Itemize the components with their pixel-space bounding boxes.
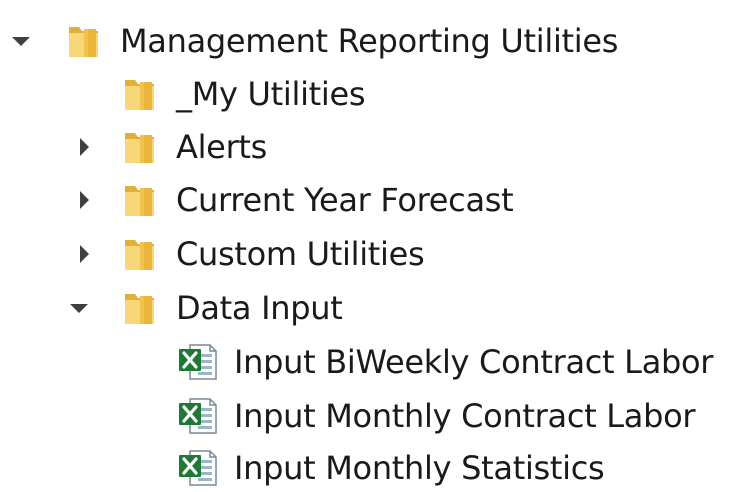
excel-file-icon [176,448,220,492]
folder-icon [122,288,158,336]
tree-item-label: Custom Utilities [176,235,425,273]
tree-item-label: Input Monthly Statistics [234,449,605,487]
tree-item-label: Data Input [176,289,343,327]
excel-file-icon [176,342,220,390]
tree-item-label: Current Year Forecast [176,181,514,219]
chevron-right-icon[interactable] [80,138,89,156]
tree-item-current-year-forecast[interactable]: Current Year Forecast [0,174,540,226]
chevron-right-icon[interactable] [80,245,89,263]
tree-item-data-input[interactable]: Data Input [0,282,380,334]
folder-icon [122,180,158,228]
chevron-down-icon[interactable] [12,37,30,46]
tree-item-custom-utilities[interactable]: Custom Utilities [0,228,460,280]
tree-item-management-reporting-utilities[interactable]: Management Reporting Utilities [0,15,640,67]
folder-icon [66,21,102,69]
tree-item-input-monthly-statistics[interactable]: Input Monthly Statistics [0,442,640,492]
tree-item-input-monthly-contract-labor[interactable]: Input Monthly Contract Labor [0,390,740,442]
tree-item-label: Management Reporting Utilities [120,22,619,60]
tree-item-input-biweekly-contract-labor[interactable]: Input BiWeekly Contract Labor [0,336,740,388]
folder-icon [122,127,158,175]
tree-item-label: _My Utilities [176,75,366,113]
tree-item-label: Input Monthly Contract Labor [234,397,696,435]
tree-item-label: Alerts [176,128,268,166]
tree-item-alerts[interactable]: Alerts [0,121,300,173]
folder-icon [122,234,158,282]
chevron-down-icon[interactable] [70,304,88,313]
tree-item-label: Input BiWeekly Contract Labor [234,343,714,381]
folder-tree: Management Reporting Utilities _My Utili… [0,0,748,492]
tree-item-my-utilities[interactable]: _My Utilities [0,68,400,120]
folder-icon [122,74,158,122]
excel-file-icon [176,396,220,444]
chevron-right-icon[interactable] [80,191,89,209]
